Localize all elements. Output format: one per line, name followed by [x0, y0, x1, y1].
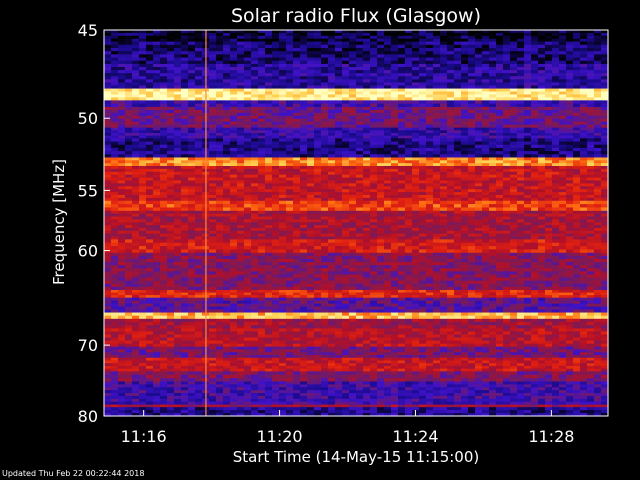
spectrogram-cell [258, 200, 266, 205]
spectrogram-cell [244, 200, 252, 205]
spectrogram-cell [349, 200, 357, 205]
spectral-band [104, 165, 609, 202]
spectrogram-cell [461, 200, 469, 205]
spectrogram-cell [440, 200, 448, 205]
spectrogram-cell [447, 200, 455, 205]
spectral-band [104, 30, 609, 43]
spectral-band [104, 200, 609, 212]
spectrogram-cell [160, 200, 168, 205]
spectrogram-cell [482, 200, 490, 205]
spectrogram-cell [181, 200, 189, 205]
spectral-band [104, 88, 609, 101]
spectrogram-cell [139, 200, 147, 205]
spectrogram-cell [419, 200, 427, 205]
spectrogram-cell [153, 200, 161, 205]
spectrogram-cell [552, 200, 560, 205]
spectrogram-cell [468, 200, 476, 205]
spectrogram-cell [279, 200, 287, 205]
spectral-band [104, 63, 609, 90]
spectrogram-cell [433, 200, 441, 205]
spectrogram-cell [517, 200, 525, 205]
spectrogram-cell [405, 200, 413, 205]
spectrogram-cell [370, 200, 378, 205]
spectrogram-cell [125, 200, 133, 205]
spectral-band [104, 157, 609, 167]
spectrogram-cell [524, 200, 532, 205]
spectrogram-cell [146, 200, 154, 205]
spectrogram-cell [286, 200, 294, 205]
spectrogram-cell [293, 200, 301, 205]
spectrogram-cell [111, 200, 119, 205]
spectrogram-cell [223, 200, 231, 205]
spectral-band [104, 210, 609, 240]
spectral-band [104, 106, 609, 129]
spectrogram-cell [167, 200, 175, 205]
spectrogram-cell [587, 200, 595, 205]
spectrogram-cell [307, 200, 315, 205]
spectrogram-cell [475, 200, 483, 205]
spectrogram-cell [496, 200, 504, 205]
spectral-band [104, 100, 609, 108]
spectrogram-cell [412, 200, 420, 205]
spectrogram-cell [377, 200, 385, 205]
spectrogram-cell [566, 200, 574, 205]
spectrogram-cell [559, 200, 567, 205]
spectrogram-cell [104, 200, 112, 205]
spectrogram-cell [503, 200, 511, 205]
spectrogram-cell [300, 200, 308, 205]
spectrogram-cell [321, 200, 329, 205]
spectrogram-cell [573, 200, 581, 205]
spectrogram-cell [209, 200, 217, 205]
spectrogram-cell [545, 200, 553, 205]
spectrogram-cell [230, 200, 238, 205]
spectral-band [104, 41, 609, 65]
spectrogram-cell [188, 200, 196, 205]
spectrogram-cell [328, 200, 336, 205]
spectral-band [104, 138, 609, 159]
spectrogram-cell [510, 200, 518, 205]
spectrogram-cell [342, 200, 350, 205]
spectrogram-cell [363, 200, 371, 205]
spectrogram-cell [531, 200, 539, 205]
spectrogram-cell [489, 200, 497, 205]
spectral-band [104, 127, 609, 139]
spectrogram-cell [580, 200, 588, 205]
spectrogram-cell [216, 200, 224, 205]
spectrogram-cell [391, 200, 399, 205]
spectrogram-cell [398, 200, 406, 205]
spectrogram-cell [356, 200, 364, 205]
spectrogram-cell [426, 200, 434, 205]
spectrogram-cell [195, 200, 203, 205]
spectrogram-cell [174, 200, 182, 205]
spectrogram-cell [272, 200, 280, 205]
spectrogram-cell [251, 200, 259, 205]
spectrogram-chart: Solar radio Flux (Glasgow) 455055607080 … [50, 5, 609, 466]
spectrogram-cell [454, 200, 462, 205]
spectrogram-cell [237, 200, 245, 205]
chart-title: Solar radio Flux (Glasgow) [231, 5, 481, 27]
spectrogram-cell [594, 200, 602, 205]
spectrogram-cell [384, 200, 392, 205]
spectrogram-cell [601, 200, 609, 205]
spectrogram-cell [314, 200, 322, 205]
plot-area [103, 29, 609, 417]
spectrogram-cell [118, 200, 126, 205]
spectrogram-cell [132, 200, 140, 205]
spectrogram-cell [265, 200, 273, 205]
spectrogram-cell [538, 200, 546, 205]
spectrogram-cell [335, 200, 343, 205]
